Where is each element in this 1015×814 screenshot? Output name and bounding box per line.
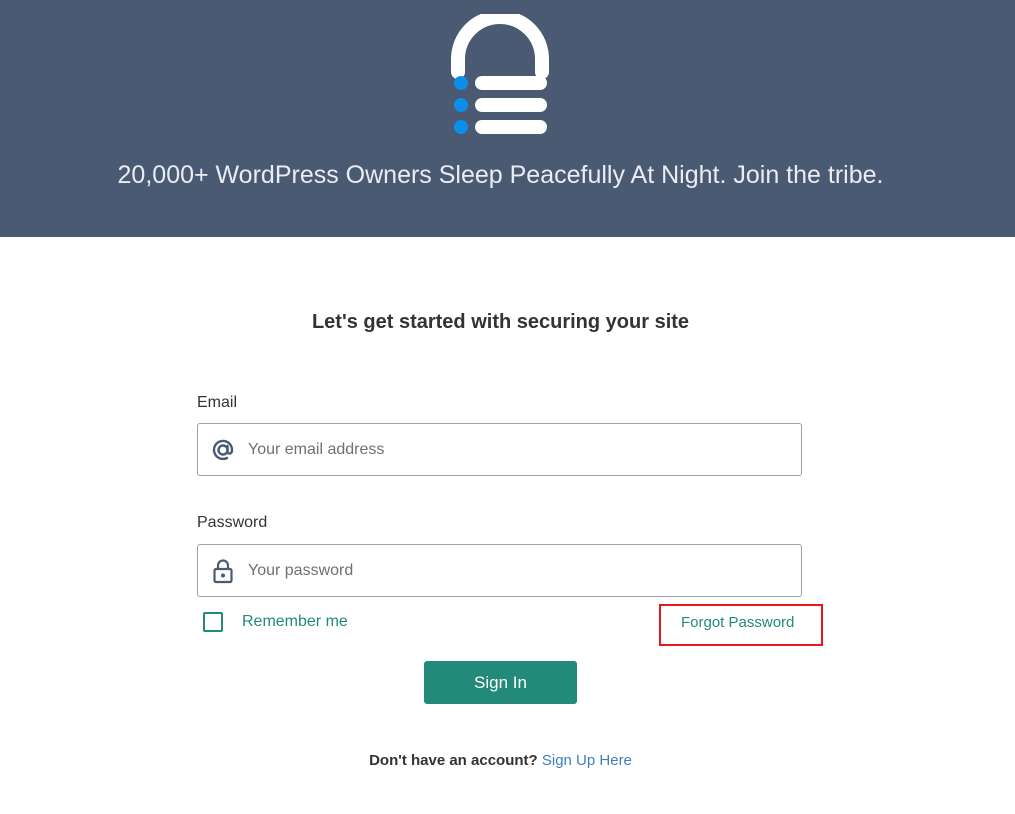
signup-line: Don't have an account? Sign Up Here — [0, 751, 1001, 771]
remember-me-option[interactable]: Remember me — [203, 611, 348, 633]
password-field-container[interactable] — [197, 544, 802, 597]
email-field-container[interactable] — [197, 423, 802, 476]
sign-up-link[interactable]: Sign Up Here — [542, 752, 632, 769]
remember-me-label: Remember me — [242, 613, 348, 630]
at-sign-icon — [212, 439, 234, 461]
lock-logo-icon — [451, 14, 549, 134]
password-input[interactable] — [248, 545, 788, 596]
lock-icon — [213, 559, 233, 584]
signup-prompt: Don't have an account? — [369, 752, 538, 769]
email-input[interactable] — [248, 424, 788, 475]
remember-me-checkbox[interactable] — [203, 612, 223, 632]
email-label: Email — [197, 394, 238, 411]
header-tagline: 20,000+ WordPress Owners Sleep Peacefull… — [117, 161, 884, 189]
sign-in-button[interactable]: Sign In — [424, 661, 577, 704]
form-title: Let's get started with securing your sit… — [311, 311, 690, 333]
header-banner: 20,000+ WordPress Owners Sleep Peacefull… — [0, 0, 1015, 237]
forgot-password-link[interactable]: Forgot Password — [681, 613, 794, 633]
password-label: Password — [197, 514, 268, 531]
